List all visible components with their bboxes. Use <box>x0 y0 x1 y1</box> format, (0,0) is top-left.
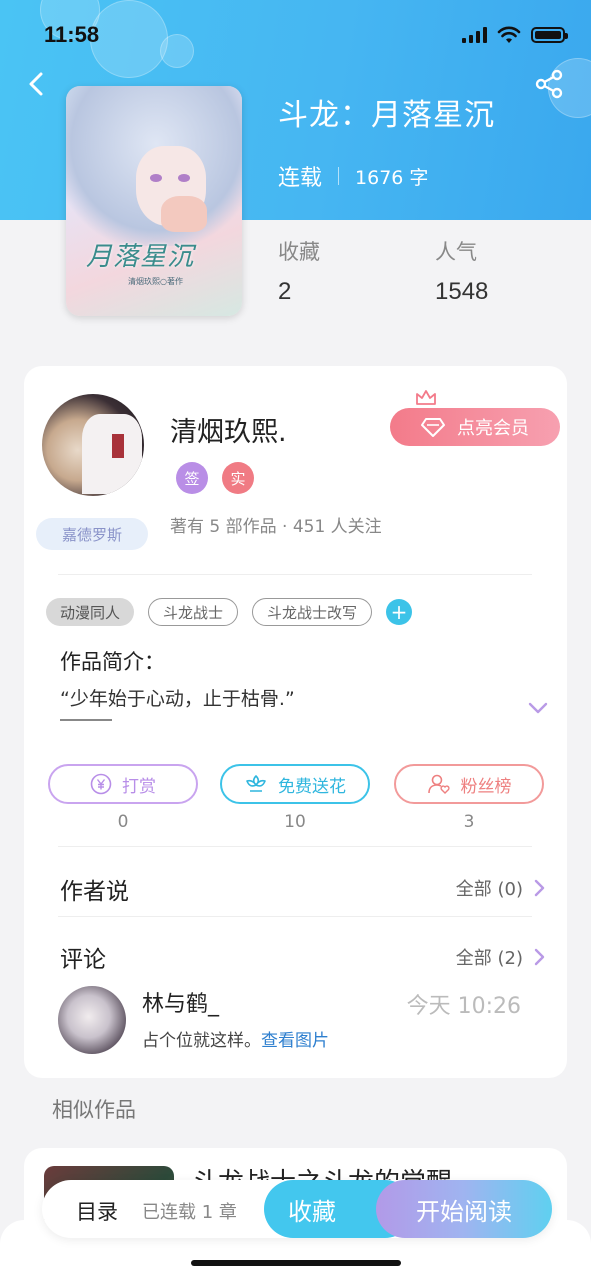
diamond-icon <box>421 418 445 437</box>
stat-value: 1548 <box>435 278 489 305</box>
book-cover[interactable]: 月落星沉 清烟玖熙○著作 <box>66 86 242 316</box>
cover-art-eye <box>178 174 190 182</box>
comment-text: 占个位就这样。查看图片 <box>142 1026 329 1051</box>
comments-all-label: 全部 (2) <box>455 948 523 969</box>
comment-time: 今天 10:26 <box>406 994 521 1019</box>
author-title-tag: 嘉德罗斯 <box>36 518 148 550</box>
divider <box>58 916 532 917</box>
author-says-all-label: 全部 (0) <box>455 879 523 900</box>
comment-avatar[interactable] <box>58 986 126 1054</box>
comments-all-button[interactable]: 全部 (2) <box>456 944 545 970</box>
cover-author: 清烟玖熙○著作 <box>128 277 183 286</box>
chevron-right-icon <box>534 879 545 897</box>
signed-badge: 签 <box>176 462 208 494</box>
book-detail-card: 清烟玖熙. 签 实 点亮会员 嘉德罗斯 著有 5 部作品 · 451 人关注 动… <box>24 366 567 1078</box>
book-title: 斗龙：月落星沉 <box>278 98 495 133</box>
author-stats: 著有 5 部作品 · 451 人关注 <box>170 517 382 537</box>
stat-favorites: 收藏 2 <box>278 236 320 306</box>
yen-icon <box>90 773 112 795</box>
crown-icon <box>416 390 436 405</box>
battery-icon <box>531 27 568 43</box>
expand-intro-button[interactable] <box>526 700 550 720</box>
wifi-icon <box>497 26 521 43</box>
vip-button[interactable]: 点亮会员 <box>390 408 560 446</box>
comment-body: 占个位就这样。 <box>142 1031 261 1051</box>
stat-value: 2 <box>278 278 292 305</box>
status-bar: 11:58 <box>0 0 591 72</box>
chevron-left-icon <box>29 72 43 96</box>
chevron-right-icon <box>534 948 545 966</box>
cover-art-eye <box>150 174 162 182</box>
vip-button-label: 点亮会员 <box>457 418 529 439</box>
book-meta: 连载 1676 字 <box>278 160 428 192</box>
start-reading-label: 开始阅读 <box>416 1197 512 1226</box>
stat-popularity: 人气 1548 <box>435 236 488 306</box>
author-avatar[interactable] <box>42 394 144 496</box>
send-flower-label: 免费送花 <box>278 776 346 797</box>
fan-rank-button[interactable]: 粉丝榜 <box>394 764 544 804</box>
comments-title: 评论 <box>60 947 106 973</box>
reward-count: 0 <box>117 812 129 832</box>
verified-badge: 实 <box>222 462 254 494</box>
flower-icon <box>246 775 266 792</box>
flower-count: 10 <box>284 812 306 832</box>
share-button[interactable] <box>533 68 569 104</box>
signal-icon <box>462 27 487 43</box>
intro-text: “少年始于心动，止于枯骨.” <box>60 688 295 710</box>
home-indicator <box>191 1260 401 1266</box>
comment-user[interactable]: 林与鹤_ <box>142 986 219 1018</box>
intro-underline <box>60 719 112 721</box>
divider <box>338 167 340 185</box>
add-tag-button[interactable]: + <box>386 599 413 625</box>
fan-icon <box>427 774 450 794</box>
author-says-title: 作者说 <box>60 879 129 905</box>
fan-rank-label: 粉丝榜 <box>460 776 512 797</box>
toc-button[interactable]: 目录 <box>76 1196 118 1226</box>
status-time: 11:58 <box>44 22 100 47</box>
tag-item[interactable]: 斗龙战士 <box>148 598 239 626</box>
favorite-button-label: 收藏 <box>288 1197 336 1226</box>
reward-label: 打赏 <box>122 776 156 797</box>
stat-label: 人气 <box>435 240 477 264</box>
author-name[interactable]: 清烟玖熙. <box>170 410 287 449</box>
cover-title: 月落星沉 <box>86 242 195 272</box>
similar-works-title: 相似作品 <box>52 1098 136 1122</box>
cover-art-hand <box>161 196 207 232</box>
reward-button[interactable]: 打赏 <box>48 764 198 804</box>
divider <box>58 574 532 575</box>
stat-label: 收藏 <box>278 240 320 264</box>
tag-item[interactable]: 动漫同人 <box>46 598 135 626</box>
book-status: 连载 <box>278 166 323 191</box>
word-count: 1676 字 <box>355 166 429 189</box>
intro-title: 作品简介： <box>60 650 165 674</box>
view-image-link[interactable]: 查看图片 <box>261 1031 329 1051</box>
author-says-all-button[interactable]: 全部 (0) <box>456 875 545 901</box>
send-flower-button[interactable]: 免费送花 <box>220 764 370 804</box>
back-button[interactable] <box>18 66 54 102</box>
tag-item[interactable]: 斗龙战士改写 <box>252 598 373 626</box>
status-icons <box>462 26 568 44</box>
chevron-down-icon <box>528 702 548 714</box>
fan-count: 3 <box>463 812 475 832</box>
chapter-count: 已连载 1 章 <box>142 1202 237 1223</box>
tag-list: 动漫同人 斗龙战士 斗龙战士改写 + <box>46 598 413 626</box>
start-reading-button[interactable]: 开始阅读 <box>376 1180 552 1238</box>
divider <box>58 846 532 847</box>
share-icon <box>535 69 563 99</box>
